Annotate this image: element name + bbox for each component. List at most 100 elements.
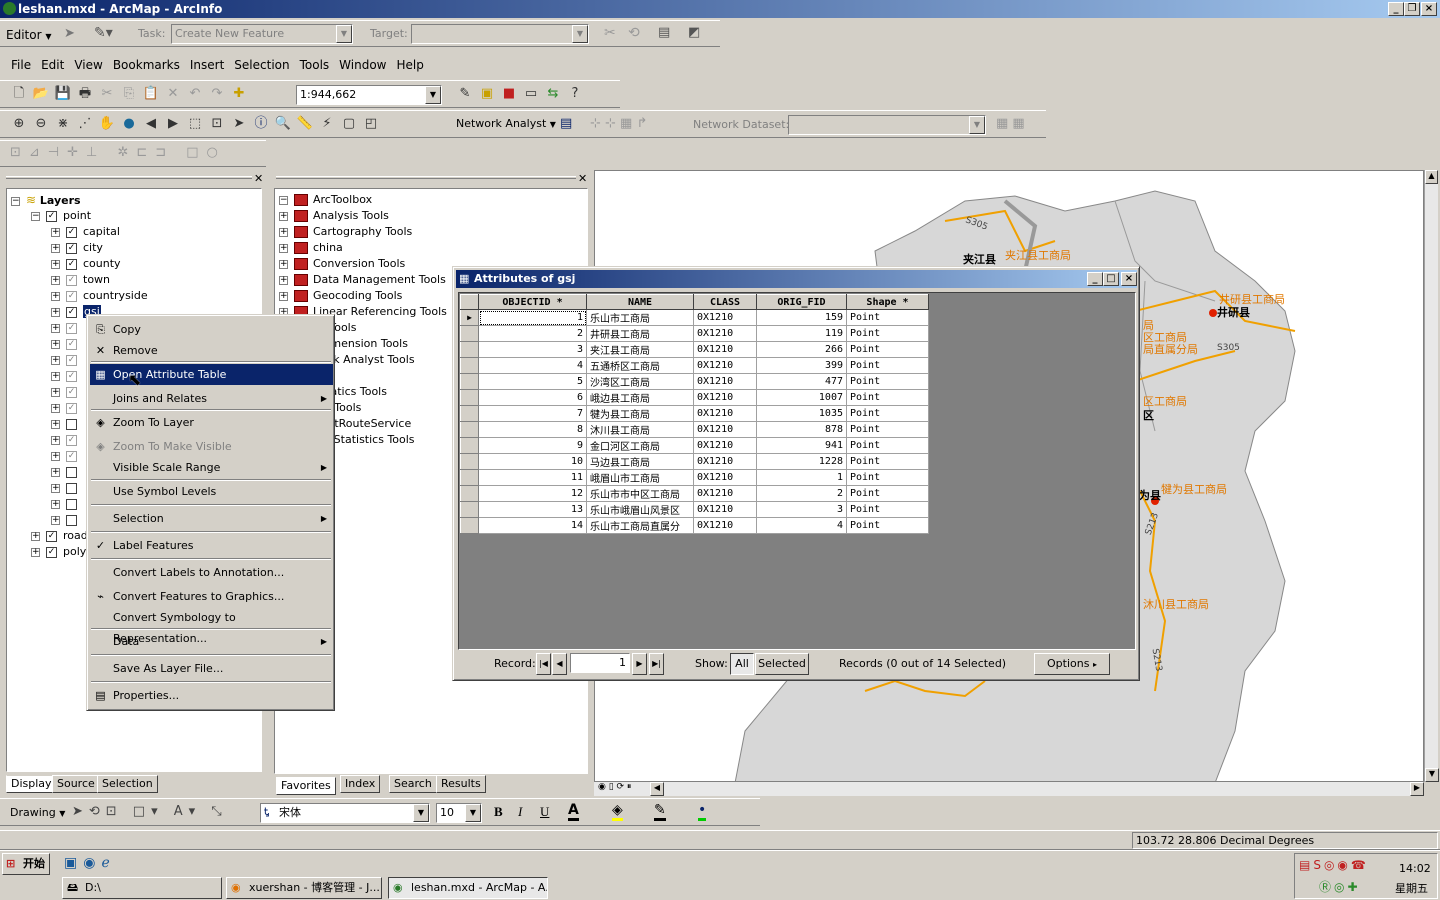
command-line-icon[interactable]: ▭	[520, 83, 542, 105]
menu-copy[interactable]: ⎘ Copy	[90, 319, 333, 340]
full-extent-icon[interactable]: ●	[118, 113, 140, 135]
menu-data[interactable]: Data ▶	[90, 631, 333, 652]
table-row[interactable]: 3 夹江县工商局 0X1210 266 Point	[460, 341, 929, 358]
table-cell[interactable]: 夹江县工商局	[586, 341, 694, 358]
menu-help[interactable]: Help	[392, 55, 429, 75]
cut-icon[interactable]: ✂	[96, 83, 118, 105]
whats-this-icon[interactable]: ?	[564, 83, 586, 105]
table-cell[interactable]: 1	[478, 309, 587, 326]
table-cell[interactable]: 2	[756, 485, 847, 502]
italic-icon[interactable]: I	[518, 804, 522, 820]
group-checkbox[interactable]: ✓	[46, 546, 57, 558]
table-row[interactable]: 9 金口河区工商局 0X1210 941 Point	[460, 437, 929, 454]
record-input[interactable]: 1	[570, 653, 630, 673]
table-cell[interactable]: 3	[756, 501, 847, 518]
options-button[interactable]: Options ▸	[1034, 653, 1110, 675]
tab-favorites[interactable]: Favorites	[276, 777, 336, 795]
toolbox-item[interactable]: + Cartography Tools	[279, 224, 587, 240]
scale-combo[interactable]: 1:944,662 ▼	[296, 85, 442, 105]
forward-icon[interactable]: ▶	[162, 113, 184, 135]
expand-icon[interactable]: +	[279, 243, 288, 253]
group-checkbox[interactable]: ✓	[46, 210, 57, 222]
layer-checkbox[interactable]: ✓	[66, 290, 77, 302]
column-header[interactable]: OBJECTID *	[478, 294, 587, 310]
column-header[interactable]: CLASS	[693, 294, 757, 310]
layer-checkbox[interactable]: ✓	[66, 402, 77, 414]
row-selector[interactable]	[460, 389, 479, 406]
table-cell[interactable]: Point	[846, 501, 929, 518]
expand-icon[interactable]: +	[51, 243, 60, 253]
rotate-tool-icon[interactable]: ⟲	[628, 25, 640, 41]
table-row[interactable]: 2 井研县工商局 0X1210 119 Point	[460, 325, 929, 342]
table-row[interactable]: 12 乐山市市中区工商局 0X1210 2 Point	[460, 485, 929, 502]
arctoolbox-icon[interactable]: ■	[498, 83, 520, 105]
attr-close-button[interactable]: ×	[1121, 272, 1137, 286]
taskbar-item-active[interactable]: ◉ leshan.mxd - ArcMap - A...	[388, 877, 548, 899]
expand-icon[interactable]: +	[51, 483, 60, 493]
scroll-right-icon[interactable]: ▶	[1410, 782, 1424, 796]
menu-convert-symbology[interactable]: Convert Symbology to Representation...	[90, 607, 333, 645]
column-header[interactable]: Shape *	[846, 294, 929, 310]
line-color-icon[interactable]: ✎	[654, 802, 666, 821]
collapse-icon[interactable]: −	[31, 211, 40, 221]
expand-icon[interactable]: +	[51, 323, 60, 333]
layer-checkbox[interactable]: ✓	[66, 322, 77, 334]
table-cell[interactable]: Point	[846, 421, 929, 438]
fill-color-icon[interactable]: ◈	[612, 802, 623, 821]
row-selector[interactable]	[460, 341, 479, 358]
table-cell[interactable]: 0X1210	[693, 341, 757, 358]
table-cell[interactable]: 0X1210	[693, 501, 757, 518]
expand-icon[interactable]: +	[51, 419, 60, 429]
menu-use-symbol-levels[interactable]: Use Symbol Levels	[90, 481, 333, 502]
menu-zoom-to-layer[interactable]: ◈ Zoom To Layer	[90, 412, 333, 433]
table-cell[interactable]: 4	[756, 517, 847, 534]
menu-convert-labels[interactable]: Convert Labels to Annotation...	[90, 562, 333, 583]
sketch-tool-icon[interactable]: ✎▾	[94, 25, 113, 41]
table-cell[interactable]: 0X1210	[693, 517, 757, 534]
table-cell[interactable]: Point	[846, 437, 929, 454]
font-combo[interactable]: Ꮏ 宋体 ▼	[260, 803, 430, 823]
toc-layer-row[interactable]: + ✓ countryside	[51, 288, 261, 304]
toc-layer-row[interactable]: + ✓ city	[51, 240, 261, 256]
menu-selection[interactable]: Selection ▶	[90, 508, 333, 529]
menu-selection[interactable]: Selection	[229, 55, 294, 75]
table-cell[interactable]: Point	[846, 453, 929, 470]
drawing-menu-button[interactable]: Drawing ▼	[10, 806, 65, 819]
layer-checkbox[interactable]: ✓	[66, 274, 77, 286]
hyperlink-icon[interactable]: ⚡	[316, 113, 338, 135]
scroll-down-icon[interactable]: ▼	[1425, 768, 1439, 782]
table-cell[interactable]: Point	[846, 485, 929, 502]
collapse-icon[interactable]: −	[11, 196, 20, 206]
expand-icon[interactable]: +	[51, 515, 60, 525]
table-cell[interactable]: Point	[846, 389, 929, 406]
close-button[interactable]: ×	[1421, 2, 1437, 16]
tab-index[interactable]: Index	[340, 775, 381, 793]
table-cell[interactable]: 0X1210	[693, 309, 757, 326]
model-builder-icon[interactable]: ⇆	[542, 83, 564, 105]
marker-color-icon[interactable]: •	[698, 802, 707, 821]
table-cell[interactable]: Point	[846, 341, 929, 358]
scroll-up-icon[interactable]: ▲	[1425, 170, 1438, 184]
expand-icon[interactable]: +	[51, 259, 60, 269]
table-cell[interactable]: 五通桥区工商局	[586, 357, 694, 374]
first-record-button[interactable]: |◀	[536, 653, 551, 675]
row-selector[interactable]	[460, 421, 479, 438]
expand-icon[interactable]: +	[51, 307, 60, 317]
next-record-button[interactable]: ▶	[632, 653, 647, 675]
table-cell[interactable]: 8	[478, 421, 587, 438]
build-network-icon[interactable]: ▦ ▦	[996, 116, 1025, 131]
menu-tools[interactable]: Tools	[295, 55, 335, 75]
html-popup-icon[interactable]: ▢	[338, 113, 360, 135]
group-checkbox[interactable]: ✓	[46, 530, 57, 542]
table-cell[interactable]: 沐川县工商局	[586, 421, 694, 438]
table-cell[interactable]: 1007	[756, 389, 847, 406]
table-cell[interactable]: 941	[756, 437, 847, 454]
table-cell[interactable]: 159	[756, 309, 847, 326]
network-dataset-dropdown[interactable]: ▼	[788, 115, 986, 135]
map-horizontal-scrollbar[interactable]: ◉ ▯ ⟳ ⏸ ◀ ▶	[594, 782, 1424, 796]
add-data-icon[interactable]: ✚	[228, 83, 250, 105]
layer-checkbox[interactable]: ✓	[66, 450, 77, 462]
table-cell[interactable]: 井研县工商局	[586, 325, 694, 342]
layer-checkbox[interactable]: ✓	[66, 434, 77, 446]
menu-joins-relates[interactable]: Joins and Relates ▶	[90, 388, 333, 409]
